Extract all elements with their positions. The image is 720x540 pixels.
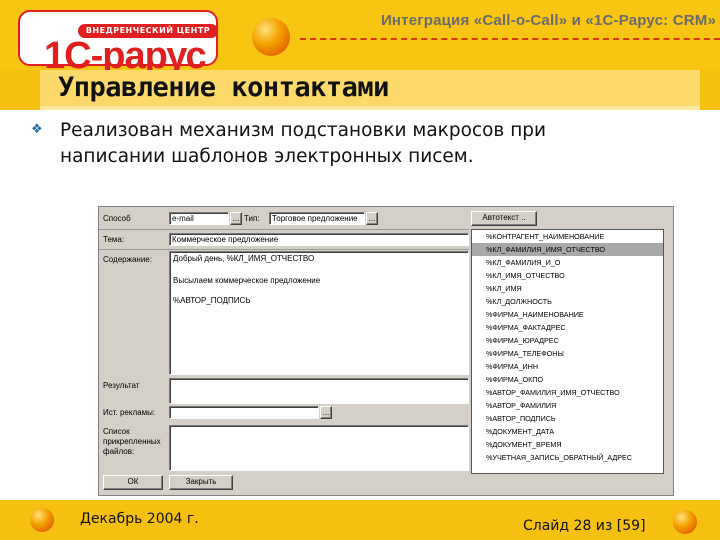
macro-item[interactable]: %ФИРМА_ФАКТАДРЕС — [472, 321, 663, 334]
content-label: Содержание: — [103, 255, 152, 264]
ad-source-select-button[interactable]: ... — [320, 406, 332, 419]
type-select-button[interactable]: ... — [366, 212, 378, 225]
macro-item[interactable]: %КЛ_ФАМИЛИЯ_ИМЯ_ОТЧЕСТВО — [472, 243, 663, 256]
divider — [99, 249, 469, 250]
macro-item[interactable]: %КЛ_ДОЛЖНОСТЬ — [472, 295, 663, 308]
autotext-button[interactable]: Автотекст .. — [471, 211, 537, 226]
method-label: Способ — [103, 214, 131, 223]
bullet-text: Реализован механизм подстановки макросов… — [60, 120, 547, 167]
macro-item[interactable]: %ФИРМА_ИНН — [472, 360, 663, 373]
email-template-window: Способ e-mail ... Тип: Торговое предложе… — [98, 206, 674, 496]
content-editor[interactable]: Добрый день, %КЛ_ИМЯ_ОТЧЕСТВО Высылаем к… — [169, 251, 469, 375]
ad-source-label: Ист. рекламы: — [103, 408, 156, 417]
presentation-title: Интеграция «Call-o-Call» и «1С-Рарус: CR… — [380, 12, 716, 29]
close-button[interactable]: Закрыть — [169, 475, 233, 490]
macro-item[interactable]: %ДОКУМЕНТ_ДАТА — [472, 425, 663, 438]
macro-item[interactable]: %КЛ_ИМЯ_ОТЧЕСТВО — [472, 269, 663, 282]
macro-dropdown-list[interactable]: %КОНТРАГЕНТ_НАИМЕНОВАНИЕ %КЛ_ФАМИЛИЯ_ИМЯ_… — [471, 229, 664, 474]
macro-item[interactable]: %АВТОР_ФАМИЛИЯ — [472, 399, 663, 412]
body-line: Добрый день, %КЛ_ИМЯ_ОТЧЕСТВО — [173, 254, 315, 263]
orb-decoration — [30, 508, 54, 532]
files-list[interactable] — [169, 425, 469, 471]
ad-source-field[interactable] — [169, 406, 319, 419]
ok-button[interactable]: ОК — [103, 475, 163, 490]
macro-item[interactable]: %ФИРМА_ОКПО — [472, 373, 663, 386]
diamond-bullet-icon: ❖ — [31, 122, 43, 137]
macro-item[interactable]: %АВТОР_ПОДПИСЬ — [472, 412, 663, 425]
slide-title: Управление контактами — [58, 72, 389, 103]
macro-item[interactable]: %АВТОР_ФАМИЛИЯ_ИМЯ_ОТЧЕСТВО — [472, 386, 663, 399]
type-label: Тип: — [244, 214, 260, 223]
result-label: Результат — [103, 381, 140, 390]
dashed-divider — [300, 38, 720, 40]
slide-number: Слайд 28 из [59] — [523, 518, 646, 534]
macro-item[interactable]: %КОНТРАГЕНТ_НАИМЕНОВАНИЕ — [472, 230, 663, 243]
subject-field[interactable]: Коммерческое предложение — [169, 233, 469, 246]
subject-label: Тема: — [103, 235, 125, 244]
macro-item[interactable]: %ФИРМА_ТЕЛЕФОНЫ — [472, 347, 663, 360]
divider — [99, 229, 469, 230]
method-select-button[interactable]: ... — [230, 212, 242, 225]
type-field[interactable]: Торговое предложение — [269, 212, 365, 225]
method-field[interactable]: e-mail — [169, 212, 229, 225]
macro-item[interactable]: %ФИРМА_ЮРАДРЕС — [472, 334, 663, 347]
macro-item[interactable]: %ДОКУМЕНТ_ВРЕМЯ — [472, 438, 663, 451]
logo: ВНЕДРЕНЧЕСКИЙ ЦЕНТР 1С-рарус — [18, 10, 218, 76]
result-field[interactable] — [169, 378, 469, 404]
body-line: %АВТОР_ПОДПИСЬ — [173, 296, 251, 305]
files-label: Список прикрепленных файлов: — [103, 427, 161, 456]
orb-decoration — [673, 510, 697, 534]
macro-item[interactable]: %УЧЕТНАЯ_ЗАПИСЬ_ОБРАТНЫЙ_АДРЕС — [472, 451, 663, 464]
macro-item[interactable]: %КЛ_ИМЯ — [472, 282, 663, 295]
body-line: Высылаем коммерческое предложение — [173, 276, 321, 285]
macro-item[interactable]: %ФИРМА_НАИМЕНОВАНИЕ — [472, 308, 663, 321]
footer-date: Декабрь 2004 г. — [80, 511, 199, 527]
macro-item[interactable]: %КЛ_ФАМИЛИЯ_И_О — [472, 256, 663, 269]
orb-decoration — [252, 18, 290, 56]
